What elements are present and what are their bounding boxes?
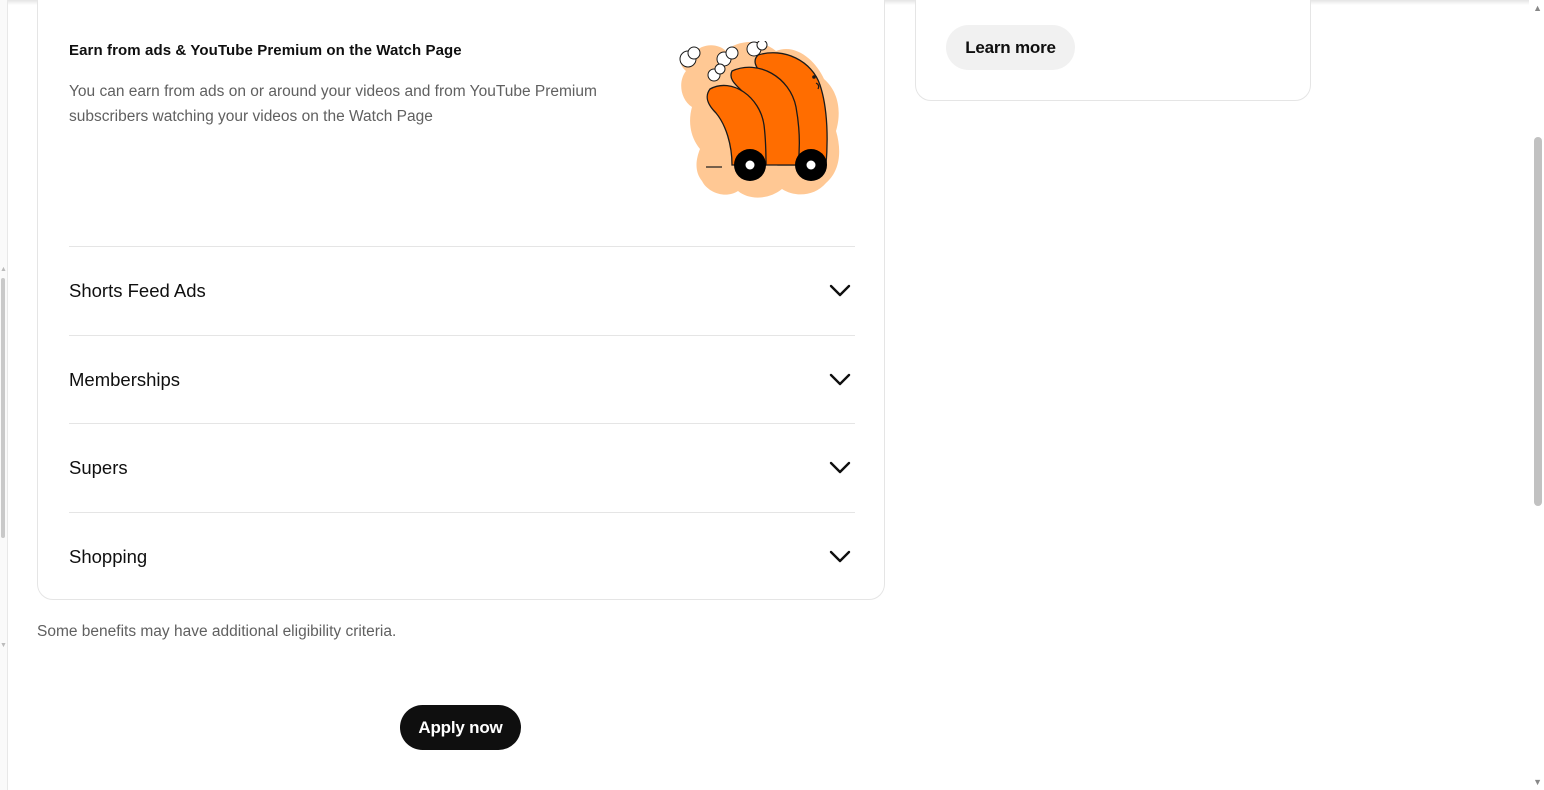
- orange-creatures-illustration: [666, 39, 846, 206]
- accordion-item-shorts-feed-ads[interactable]: Shorts Feed Ads: [69, 246, 855, 335]
- accordion-item-supers[interactable]: Supers: [69, 423, 855, 512]
- chevron-down-icon[interactable]: [828, 545, 852, 569]
- watch-page-description: You can earn from ads on or around your …: [69, 83, 597, 125]
- left-scroll-down-icon[interactable]: ▼: [0, 642, 7, 649]
- illustration-icon: [679, 39, 840, 198]
- scroll-up-icon[interactable]: ▲: [1533, 4, 1542, 13]
- left-scrollbar-thumb[interactable]: [1, 278, 5, 538]
- page: ▲ ▼ Earn from ads & YouTube Premium on t…: [0, 0, 1544, 790]
- scroll-down-icon[interactable]: ▼: [1533, 778, 1542, 787]
- eligibility-footnote: Some benefits may have additional eligib…: [37, 623, 397, 640]
- chevron-down-icon[interactable]: [828, 279, 852, 303]
- chevron-down-icon[interactable]: [828, 456, 852, 480]
- left-scroll-up-icon[interactable]: ▲: [0, 266, 7, 273]
- accordion-label: Shorts Feed Ads: [69, 280, 206, 301]
- learn-more-button[interactable]: Learn more: [946, 25, 1075, 70]
- page-scrollbar[interactable]: ▲ ▼: [1529, 0, 1544, 790]
- watch-page-title: Earn from ads & YouTube Premium on the W…: [69, 42, 462, 59]
- chevron-down-icon[interactable]: [828, 368, 852, 392]
- apply-now-button[interactable]: Apply now: [400, 705, 521, 750]
- watch-page-intro: Earn from ads & YouTube Premium on the W…: [69, 41, 629, 129]
- accordion-label: Memberships: [69, 369, 181, 390]
- accordion-item-memberships[interactable]: Memberships: [69, 335, 855, 424]
- accordion-label: Shopping: [69, 546, 148, 567]
- accordion-label: Supers: [69, 457, 128, 478]
- monetization-benefits-card: Earn from ads & YouTube Premium on the W…: [37, 0, 885, 600]
- scrollbar-thumb[interactable]: [1534, 137, 1542, 506]
- accordion-item-shopping[interactable]: Shopping: [69, 512, 855, 601]
